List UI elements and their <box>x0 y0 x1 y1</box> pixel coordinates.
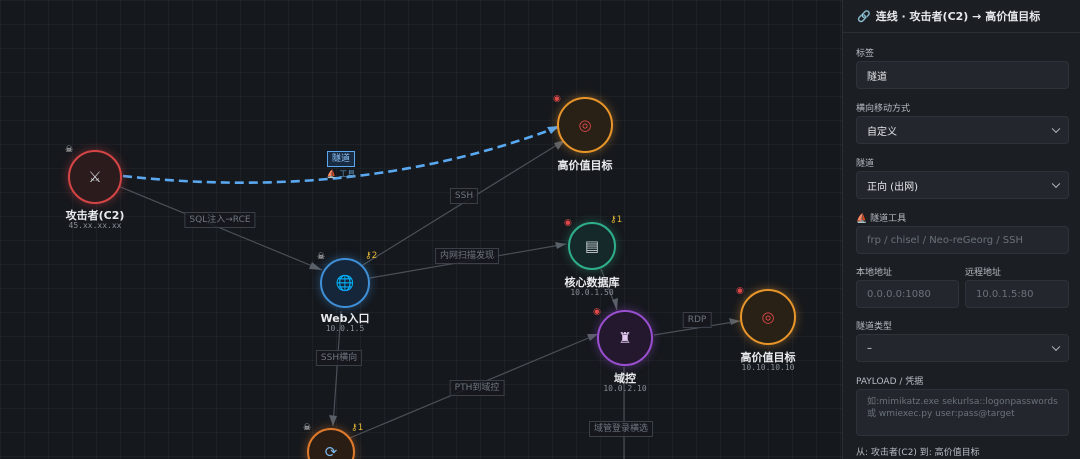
skull-icon: ☠ <box>317 252 326 262</box>
key-count: 2 <box>371 251 378 261</box>
edge-tool-tag-label: 工具 <box>339 169 356 179</box>
node-dc-ip: 10.0.2.10 <box>603 384 647 393</box>
crossed-swords-icon: ⚔ <box>88 167 102 186</box>
edge-tool-tag: ⛵ 工具 <box>327 169 356 180</box>
key-count-badge: ⚷1 <box>610 216 622 225</box>
label-field-label: 标签 <box>856 49 875 59</box>
edge-label-rdp[interactable]: RDP <box>682 312 712 328</box>
panel-header: 🔗 连线 · 攻击者(C2) → 高价值目标 <box>843 0 1080 33</box>
label-input-value: 隧道 <box>867 71 887 83</box>
target-icon: ◎ <box>761 307 775 326</box>
local-addr-label: 本地地址 <box>856 268 893 278</box>
edge-label-ssh-lateral[interactable]: SSH横向 <box>315 350 363 366</box>
movement-select[interactable]: 自定义 <box>856 116 1069 144</box>
edge-label-ssh[interactable]: SSH <box>449 188 479 204</box>
globe-icon: 🌐 <box>335 273 355 292</box>
edge-sqli[interactable] <box>117 185 323 271</box>
tunnel-tool-icon: ⛵ <box>856 214 871 224</box>
edge-label-tunnel[interactable]: 隧道 <box>326 151 356 167</box>
tool-field-label-text: 隧道工具 <box>870 214 907 224</box>
payload-textarea[interactable]: 如:mimikatz.exe sekurlsa::logonpasswords … <box>856 389 1069 436</box>
key-icon: ⚷ <box>351 423 358 433</box>
refresh-icon: ⟳ <box>324 442 338 459</box>
target-icon: ◎ <box>578 115 592 134</box>
tunnel-type-select[interactable]: – <box>856 334 1069 362</box>
target-badge-icon: ◉ <box>564 218 572 228</box>
chevron-down-icon <box>1051 342 1061 352</box>
movement-select-value: 自定义 <box>867 126 897 138</box>
target-badge-icon: ◉ <box>553 94 561 104</box>
node-web-circle[interactable]: 🌐 <box>320 258 370 308</box>
key-count-badge: ⚷2 <box>365 252 377 261</box>
key-icon: ⚷ <box>610 215 617 225</box>
remote-addr-label: 远程地址 <box>965 268 1002 278</box>
payload-placeholder-line1: 如:mimikatz.exe sekurlsa::logonpasswords <box>867 397 1058 407</box>
edge-label-domain-login[interactable]: 域管登录横选 <box>588 421 654 437</box>
node-db-ip: 10.0.1.50 <box>570 288 614 297</box>
local-addr-input[interactable]: 0.0.0.0:1080 <box>856 280 959 308</box>
key-count-badge: ⚷1 <box>351 424 363 433</box>
edge-label-scan[interactable]: 内网扫描发现 <box>434 248 500 264</box>
label-input[interactable]: 隧道 <box>856 61 1069 89</box>
tool-field-label: ⛵ 隧道工具 <box>856 211 906 224</box>
tool-input[interactable]: frp / chisel / Neo-reGeorg / SSH <box>856 226 1069 254</box>
arrowheads <box>309 140 740 426</box>
remote-addr-placeholder: 10.0.1.5:80 <box>976 288 1034 300</box>
chevron-down-icon <box>1051 179 1061 189</box>
tool-input-placeholder: frp / chisel / Neo-reGeorg / SSH <box>867 234 1024 246</box>
node-hvt-2-circle[interactable]: ◎ <box>740 289 796 345</box>
key-count: 1 <box>616 215 623 225</box>
database-icon: ▤ <box>584 236 600 255</box>
chevron-down-icon <box>1051 124 1061 134</box>
tunnel-select[interactable]: 正向 (出网) <box>856 171 1069 199</box>
node-hvt-2-ip: 10.10.10.10 <box>741 363 795 372</box>
edges-layer <box>117 125 741 459</box>
tunnel-field-label: 隧道 <box>856 159 875 169</box>
tunnel-type-value: – <box>867 342 872 354</box>
node-attacker-circle[interactable]: ⚔ <box>68 150 122 204</box>
node-db-circle[interactable]: ▤ <box>568 222 616 270</box>
attack-graph-canvas[interactable]: 隧道 ⛵ 工具 SQL注入→RCE SSH 内网扫描发现 SSH横向 PTH到域… <box>0 0 842 459</box>
node-dc-circle[interactable]: ♜ <box>597 310 653 366</box>
local-addr-placeholder: 0.0.0.0:1080 <box>867 288 931 300</box>
edge-label-sqli[interactable]: SQL注入→RCE <box>184 212 256 228</box>
node-attacker-ip: 45.xx.xx.xx <box>68 221 122 230</box>
skull-icon: ☠ <box>65 145 74 155</box>
edge-label-pth[interactable]: PTH到域控 <box>449 380 505 396</box>
tunnel-select-value: 正向 (出网) <box>867 181 918 193</box>
node-hvt-1-name: 高价值目标 <box>557 159 613 172</box>
castle-icon: ♜ <box>618 328 632 347</box>
remote-addr-input[interactable]: 10.0.1.5:80 <box>965 280 1069 308</box>
target-badge-icon: ◉ <box>593 307 601 317</box>
link-icon: 🔗 <box>857 9 871 23</box>
movement-field-label: 横向移动方式 <box>856 104 911 114</box>
payload-label: PAYLOAD / 凭据 <box>856 377 924 387</box>
node-hvt-1-circle[interactable]: ◎ <box>557 97 613 153</box>
key-count: 1 <box>357 423 364 433</box>
edge-properties-panel: 🔗 连线 · 攻击者(C2) → 高价值目标 标签 隧道 横向移动方式 自定义 … <box>842 0 1080 459</box>
skull-icon: ☠ <box>303 423 312 433</box>
target-badge-icon: ◉ <box>736 286 744 296</box>
tunnel-tool-icon: ⛵ <box>326 169 337 179</box>
panel-title: 连线 · 攻击者(C2) → 高价值目标 <box>875 10 1041 23</box>
tunnel-type-label: 隧道类型 <box>856 322 893 332</box>
payload-placeholder-line2: 或 wmiexec.py user:pass@target <box>867 409 1015 419</box>
panel-footer: 从: 攻击者(C2) 到: 高价值目标 <box>856 448 980 458</box>
key-icon: ⚷ <box>365 251 372 261</box>
node-web-ip: 10.0.1.5 <box>325 324 365 333</box>
